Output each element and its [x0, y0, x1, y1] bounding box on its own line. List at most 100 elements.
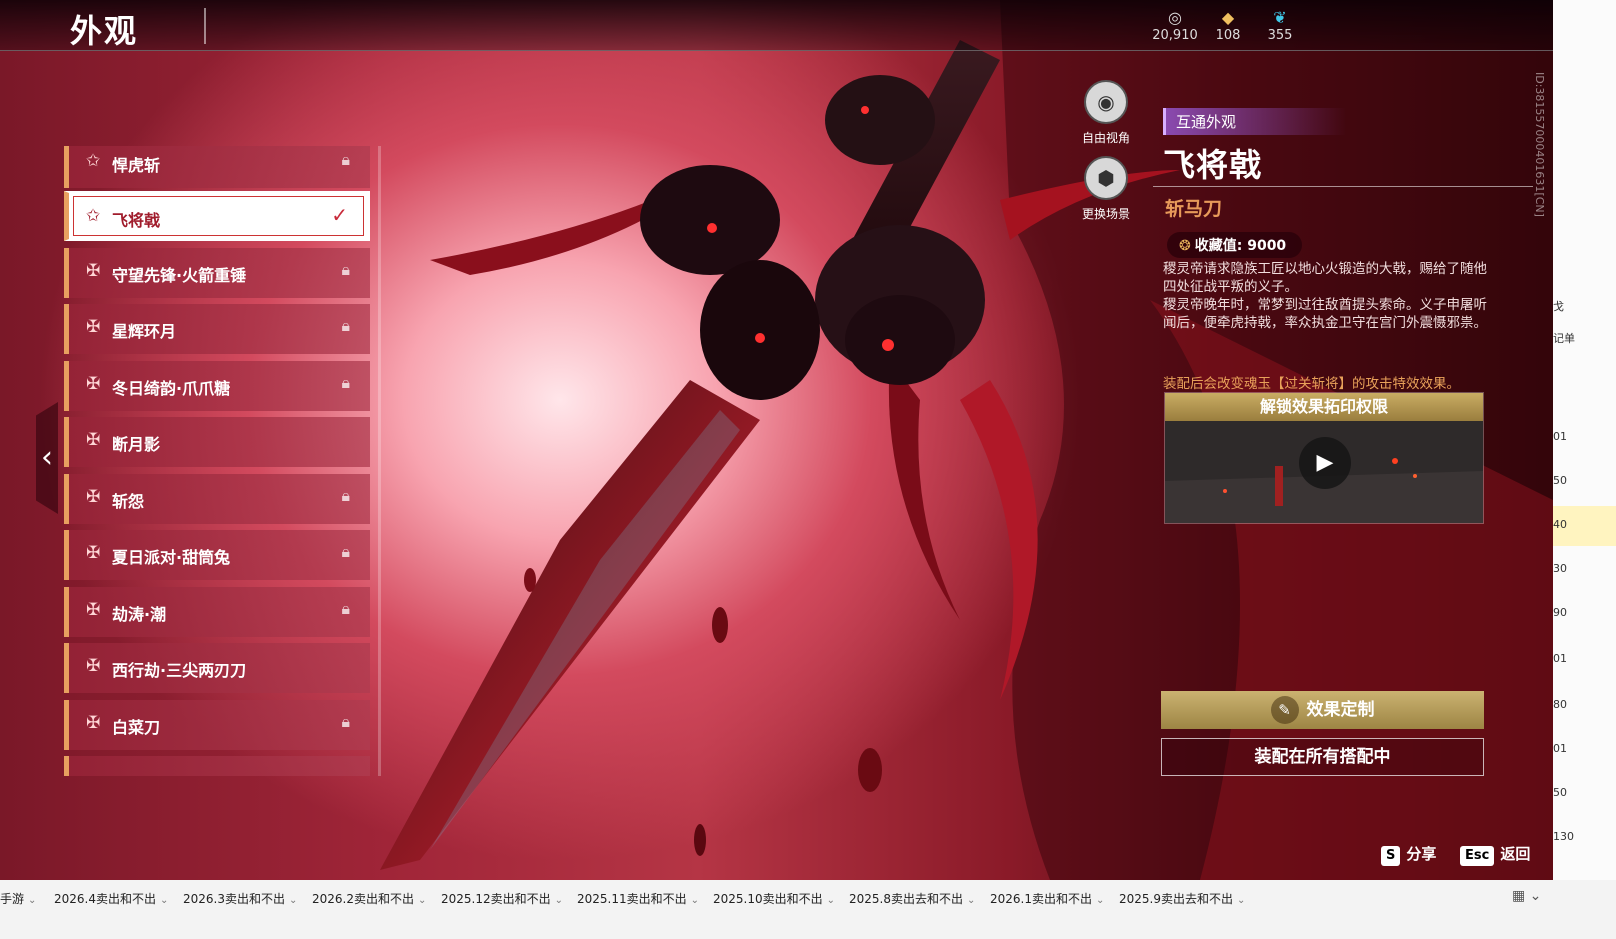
- collection-label: 收藏值: 9000: [1194, 238, 1287, 254]
- list-item[interactable]: ✠ 断月影: [64, 417, 370, 467]
- sheet-tab[interactable]: 2026.2卖出和不出 ⌄: [312, 890, 426, 907]
- list-item[interactable]: ✠ 劫涛·潮 🔒︎: [64, 587, 370, 637]
- user-id: ID:381557000401631[CN]: [1533, 72, 1546, 217]
- rank-icon: ✠: [86, 261, 101, 281]
- currency-spirit[interactable]: ◎ 20,910: [1145, 8, 1205, 43]
- back-hotkey[interactable]: Esc 返回: [1460, 843, 1530, 866]
- rank-icon: ✠: [86, 487, 101, 507]
- list-item[interactable]: ✠ 白菜刀 🔒︎: [64, 700, 370, 750]
- sheet-tab[interactable]: 2026.3卖出和不出 ⌄: [183, 890, 297, 907]
- list-item[interactable]: ✠ 夏日派对·甜筒兔 🔒︎: [64, 530, 370, 580]
- game-window: 外观 ◎ 20,910 ◆ 108 ❦ 355 ‹ ✩ 悍虎斩 🔒︎ ✩ 飞将戟…: [0, 0, 1553, 880]
- cell-fragment: 30: [1553, 562, 1567, 575]
- lock-icon: 🔒︎: [341, 373, 350, 392]
- wand-icon: ✎: [1270, 696, 1299, 724]
- skin-name: 星辉环月: [112, 322, 177, 341]
- skin-name: 守望先锋·火箭重锤: [112, 266, 247, 285]
- lock-icon: 🔒︎: [341, 712, 350, 731]
- equip-all-button[interactable]: 装配在所有搭配中: [1161, 738, 1484, 776]
- coin-icon: ❂: [1179, 238, 1191, 254]
- background-spreadsheet-edge: 戈 记单 01 50 40 30 90 01 80 01 50 130: [1553, 0, 1616, 880]
- chevron-down-icon: ⌄: [554, 895, 564, 906]
- chevron-down-icon: ⌄: [289, 895, 298, 906]
- sheet-tab-label: 2026.1卖出和不出: [990, 892, 1092, 906]
- cell-fragment: 戈: [1553, 300, 1564, 313]
- feather-icon: ❦: [1273, 8, 1287, 27]
- cell-fragment: 130: [1553, 830, 1574, 843]
- sheet-tab[interactable]: 2025.8卖出去和不出 ⌄: [849, 890, 975, 907]
- rank-icon: ✠: [86, 543, 101, 563]
- lock-icon: 🔒︎: [341, 150, 350, 169]
- skin-list[interactable]: ✩ 悍虎斩 🔒︎ ✩ 飞将戟 ✓ ✠ 守望先锋·火箭重锤 🔒︎ ✠ 星辉环月 🔒…: [64, 146, 376, 776]
- skin-name: 白菜刀: [112, 718, 161, 737]
- hotkey-label: 分享: [1406, 845, 1437, 863]
- cell-fragment: 01: [1553, 652, 1567, 665]
- lock-icon: 🔒︎: [341, 316, 350, 335]
- sheet-tab[interactable]: 2026.4卖出和不出 ⌄: [54, 890, 168, 907]
- sheet-tab-label: 2025.12卖出和不出: [441, 892, 551, 906]
- sheet-tab-label: 2026.3卖出和不出: [183, 892, 285, 906]
- currency-gold[interactable]: ◆ 108: [1198, 8, 1258, 43]
- effect-customize-button[interactable]: ✎ 效果定制: [1161, 691, 1484, 729]
- list-item-selected[interactable]: ✩ 飞将戟 ✓: [64, 191, 370, 241]
- list-item-partial[interactable]: [64, 756, 370, 776]
- chevron-down-icon: ⌄: [1096, 895, 1105, 906]
- skin-name: 冬日绮韵·爪爪糖: [112, 379, 231, 398]
- sheet-tab[interactable]: 2026.1卖出和不出 ⌄: [990, 890, 1104, 907]
- unlock-title: 解锁效果拓印权限: [1165, 393, 1483, 421]
- collapse-panel-button[interactable]: ‹: [36, 402, 58, 514]
- grid-view-icon[interactable]: ▦ ⌄: [1512, 888, 1541, 904]
- sheet-tab[interactable]: 2025.12卖出和不出 ⌄: [441, 890, 563, 907]
- chevron-down-icon: ⌄: [967, 895, 976, 906]
- sheet-tab[interactable]: 2025.10卖出和不出 ⌄: [713, 890, 835, 907]
- list-scrollbar[interactable]: [378, 146, 381, 776]
- currency-feather[interactable]: ❦ 355: [1250, 8, 1310, 43]
- chevron-down-icon: ⌄: [1237, 895, 1246, 906]
- gold-ingot-icon: ◆: [1221, 8, 1235, 27]
- list-item[interactable]: ✠ 斩怨 🔒︎: [64, 474, 370, 524]
- change-scene-button[interactable]: ⬢ 更换场景: [1076, 156, 1136, 222]
- sheet-tab[interactable]: 手游 ⌄: [0, 890, 36, 907]
- rank-icon: ✠: [86, 317, 101, 337]
- currency-value: 108: [1215, 28, 1241, 43]
- cell-fragment: 50: [1553, 786, 1567, 799]
- skin-name: 飞将戟: [112, 211, 161, 230]
- sheet-tab[interactable]: 2025.9卖出去和不出 ⌄: [1119, 890, 1245, 907]
- chevron-down-icon: ⌄: [28, 895, 37, 906]
- share-hotkey[interactable]: S 分享: [1381, 843, 1436, 866]
- lock-icon: 🔒︎: [341, 260, 350, 279]
- free-view-button[interactable]: ◉ 自由视角: [1076, 80, 1136, 146]
- unlock-effect-panel[interactable]: 解锁效果拓印权限 ▶: [1164, 392, 1484, 524]
- skin-name: 劫涛·潮: [112, 605, 167, 624]
- play-icon[interactable]: ▶: [1299, 437, 1351, 489]
- rank-icon: ✠: [86, 600, 101, 620]
- effect-preview-video[interactable]: ▶: [1165, 421, 1483, 523]
- list-item[interactable]: ✠ 星辉环月 🔒︎: [64, 304, 370, 354]
- hotkey-label: 返回: [1500, 845, 1531, 863]
- sheet-tab-label: 2025.11卖出和不出: [577, 892, 687, 906]
- customize-label: 效果定制: [1306, 700, 1375, 720]
- chevron-left-icon: ‹: [41, 440, 53, 475]
- cell-fragment: 50: [1553, 474, 1567, 487]
- spreadsheet-sheet-tabs: 手游 ⌄ 2026.4卖出和不出 ⌄ 2026.3卖出和不出 ⌄ 2026.2卖出和不…: [0, 880, 1616, 939]
- cube-icon: ⬢: [1084, 156, 1128, 200]
- key-cap: Esc: [1460, 846, 1495, 866]
- check-icon: ✓: [331, 203, 348, 227]
- cell-fragment: 记单: [1553, 332, 1575, 345]
- sheet-tab-label: 手游: [0, 892, 25, 906]
- chevron-down-icon: ⌄: [690, 895, 700, 906]
- change-scene-label: 更换场景: [1081, 207, 1130, 221]
- list-item[interactable]: ✠ 西行劫·三尖两刃刀: [64, 643, 370, 693]
- sheet-tab-label: 2025.8卖出去和不出: [849, 892, 963, 906]
- rank-icon: ✠: [86, 656, 101, 676]
- cell-fragment: 80: [1553, 698, 1567, 711]
- rank-icon: ✠: [86, 713, 101, 733]
- currency-value: 20,910: [1152, 28, 1198, 43]
- list-item[interactable]: ✩ 悍虎斩 🔒︎: [64, 146, 370, 188]
- sheet-tab[interactable]: 2025.11卖出和不出 ⌄: [577, 890, 699, 907]
- list-item[interactable]: ✠ 冬日绮韵·爪爪糖 🔒︎: [64, 361, 370, 411]
- list-item[interactable]: ✠ 守望先锋·火箭重锤 🔒︎: [64, 248, 370, 298]
- lock-icon: 🔒︎: [341, 599, 350, 618]
- spirit-currency-icon: ◎: [1168, 8, 1182, 27]
- page-title: 外观: [70, 12, 139, 50]
